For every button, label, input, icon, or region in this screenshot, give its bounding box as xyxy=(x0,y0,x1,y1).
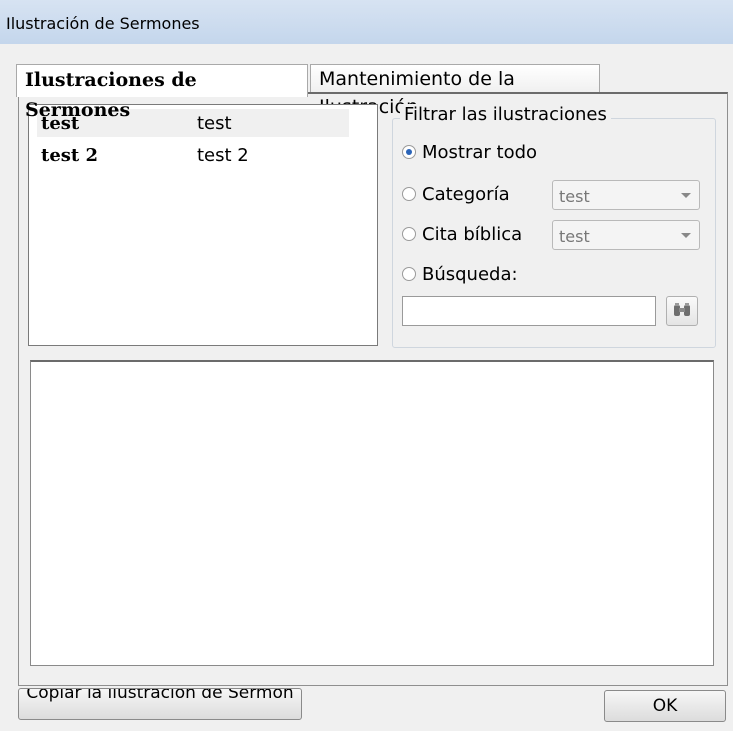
tab-illustration-maintenance[interactable]: Mantenimiento de la Ilustración xyxy=(310,64,600,118)
radio-category[interactable]: Categoría xyxy=(402,182,510,206)
window-title: Ilustración de Sermones xyxy=(6,14,200,33)
title-bar: Ilustración de Sermones xyxy=(0,0,733,44)
category-select[interactable]: test xyxy=(552,180,700,210)
radio-show-all[interactable]: Mostrar todo xyxy=(402,140,537,164)
chevron-down-icon xyxy=(681,193,691,198)
radio-show-all-label: Mostrar todo xyxy=(422,141,538,163)
illustration-list[interactable]: test test test 2 test 2 xyxy=(28,104,378,346)
category-select-value: test xyxy=(559,187,590,206)
illustration-text-area[interactable] xyxy=(30,360,714,666)
radio-unchecked-icon xyxy=(402,187,416,201)
chevron-down-icon xyxy=(681,233,691,238)
citation-select-value: test xyxy=(559,227,590,246)
search-input[interactable] xyxy=(402,296,656,326)
radio-unchecked-icon xyxy=(402,267,416,281)
ok-button[interactable]: OK xyxy=(604,690,726,722)
binoculars-icon xyxy=(674,303,690,316)
radio-search-label: Búsqueda: xyxy=(422,263,518,285)
list-item-value: test xyxy=(197,113,232,134)
list-item-name: test 2 xyxy=(41,145,99,166)
copy-illustration-button[interactable]: Copiar la ilustración de Sermón xyxy=(18,688,302,720)
citation-select[interactable]: test xyxy=(552,220,700,250)
radio-unchecked-icon xyxy=(402,227,416,241)
radio-citation[interactable]: Cita bíblica xyxy=(402,222,522,246)
filter-legend: Filtrar las ilustraciones xyxy=(400,104,611,125)
radio-category-label: Categoría xyxy=(422,183,510,205)
radio-checked-icon xyxy=(402,145,416,159)
search-button[interactable] xyxy=(666,296,698,326)
list-item-value: test 2 xyxy=(197,145,249,166)
list-item[interactable]: test 2 test 2 xyxy=(37,141,349,169)
radio-search[interactable]: Búsqueda: xyxy=(402,262,518,286)
tab-sermon-illustrations[interactable]: Ilustraciones de Sermones xyxy=(16,64,308,121)
radio-citation-label: Cita bíblica xyxy=(422,223,523,245)
copy-illustration-label: Copiar la ilustración de Sermón xyxy=(26,688,294,703)
